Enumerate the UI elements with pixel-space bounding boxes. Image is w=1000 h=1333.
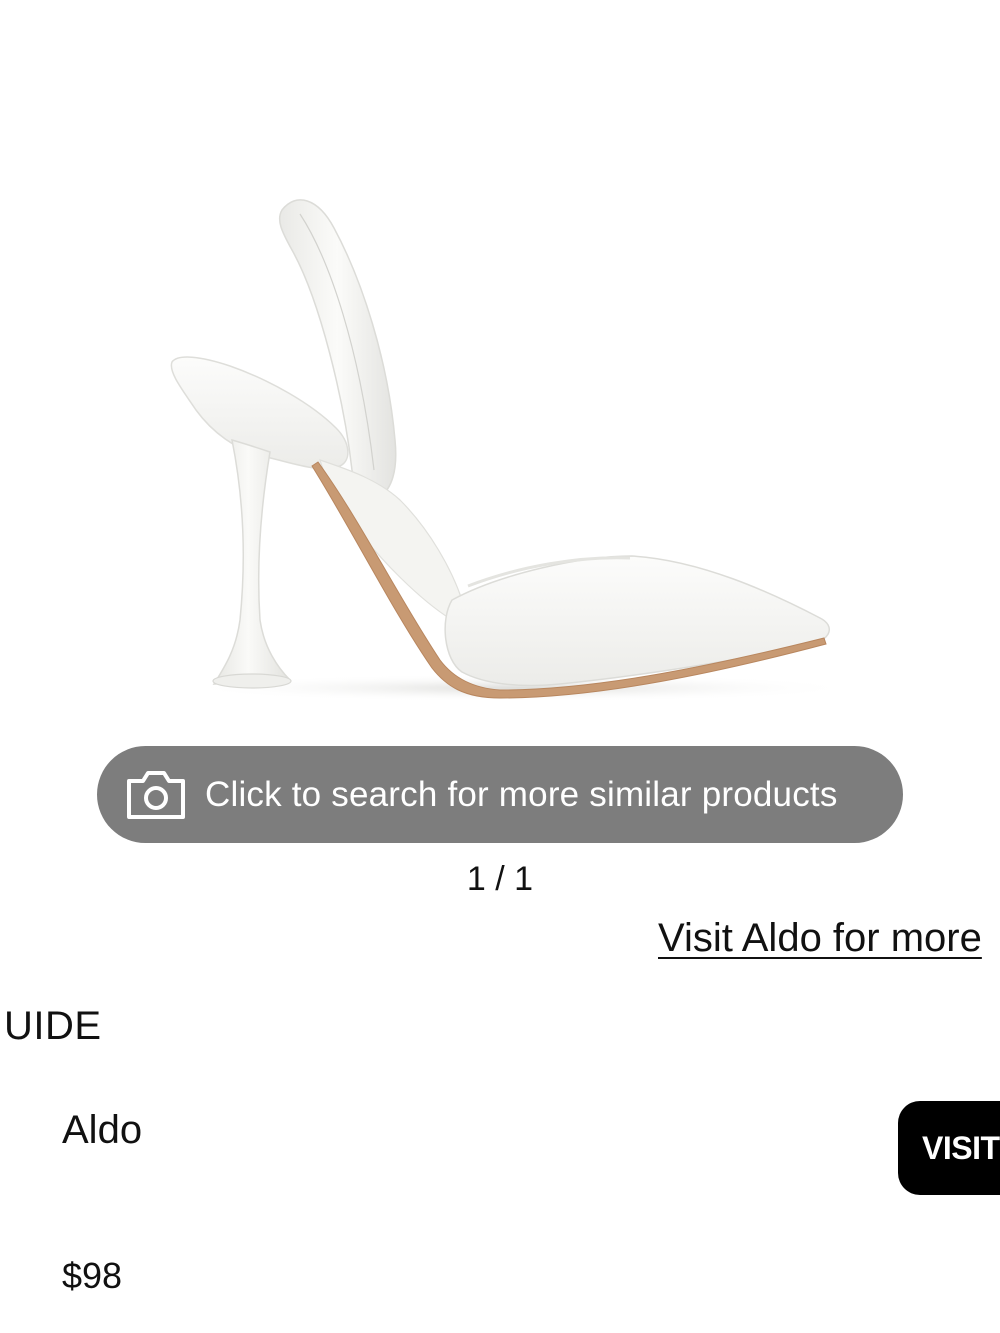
size-guide-label[interactable]: UIDE <box>4 1004 102 1049</box>
price: $98 <box>62 1255 123 1296</box>
camera-icon <box>127 770 185 819</box>
visit-button[interactable]: VISIT <box>898 1101 1000 1195</box>
visual-search-label: Click to search for more similar product… <box>205 774 838 814</box>
image-counter: 1 / 1 <box>466 860 534 898</box>
visit-retailer-link[interactable]: Visit Aldo for more <box>658 916 982 961</box>
brand-name: Aldo <box>62 1108 143 1152</box>
product-image[interactable] <box>0 0 1000 740</box>
visual-search-button[interactable]: Click to search for more similar product… <box>97 746 903 843</box>
product-page: Click to search for more similar product… <box>0 0 1000 1333</box>
